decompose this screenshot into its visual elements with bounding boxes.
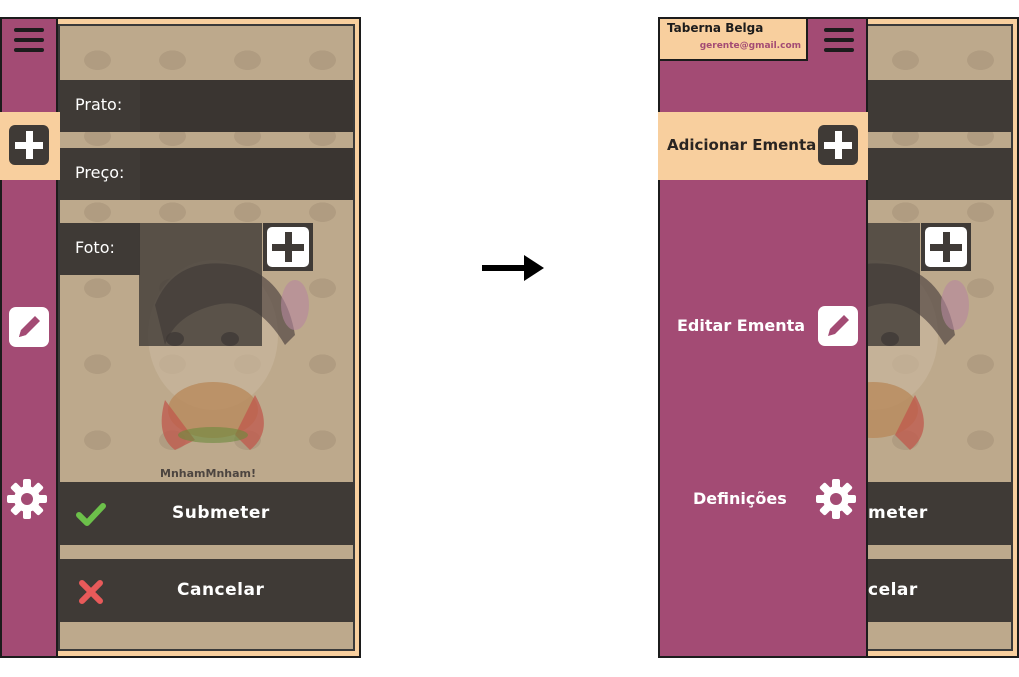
plus-icon <box>925 227 967 267</box>
submit-partial-label: meter <box>868 503 928 523</box>
pencil-icon[interactable] <box>9 307 49 347</box>
preco-label: Preço: <box>75 163 125 182</box>
submit-label: Submeter <box>172 503 270 523</box>
cancel-button-partial[interactable]: celar <box>866 559 1013 622</box>
cross-icon <box>79 580 103 604</box>
cancel-partial-label: celar <box>868 580 918 600</box>
prato-label: Prato: <box>75 95 123 114</box>
arrow-right-icon <box>482 255 544 281</box>
photo-caption: MnhamMnham! <box>160 467 257 480</box>
user-header: Taberna Belga gerente@gmail.com <box>658 17 808 61</box>
preco-input[interactable] <box>140 148 353 200</box>
preco-row: Preço: <box>60 148 353 200</box>
user-name: Taberna Belga <box>667 21 764 35</box>
menu-item-definicoes[interactable]: Definições <box>658 472 868 528</box>
menu-item-label: Editar Ementa <box>677 316 806 335</box>
submit-button[interactable]: Submeter <box>60 482 353 545</box>
prato-input[interactable] <box>140 80 353 132</box>
user-email: gerente@gmail.com <box>699 41 801 51</box>
add-photo-button[interactable] <box>263 223 313 271</box>
plus-icon <box>9 125 49 165</box>
menu-item-editar-ementa[interactable]: Editar Ementa <box>658 300 868 354</box>
gear-icon <box>816 479 856 519</box>
foto-label-box: Foto: <box>60 223 140 275</box>
cancel-button[interactable]: Cancelar <box>60 559 353 622</box>
check-icon <box>76 503 106 526</box>
hamburger-icon[interactable] <box>14 28 44 52</box>
sidebar-add-selected[interactable] <box>0 112 60 180</box>
prato-row-partial <box>866 80 1013 132</box>
plus-icon <box>818 125 858 165</box>
menu-item-label: Adicionar Ementa <box>667 136 817 154</box>
menu-item-adicionar-ementa[interactable]: Adicionar Ementa <box>658 112 868 180</box>
foto-dropzone[interactable] <box>139 223 262 346</box>
foto-label: Foto: <box>75 238 115 257</box>
prato-row: Prato: <box>60 80 353 132</box>
plus-icon <box>267 227 309 267</box>
cancel-label: Cancelar <box>177 580 265 600</box>
menu-item-label: Definições <box>693 489 787 508</box>
pencil-icon <box>818 306 858 346</box>
add-photo-button[interactable] <box>921 223 971 271</box>
foto-dropzone-partial <box>866 223 920 346</box>
gear-icon[interactable] <box>6 478 48 520</box>
preco-row-partial <box>866 148 1013 200</box>
submit-button-partial[interactable]: meter <box>866 482 1013 545</box>
hamburger-icon[interactable] <box>824 28 854 52</box>
